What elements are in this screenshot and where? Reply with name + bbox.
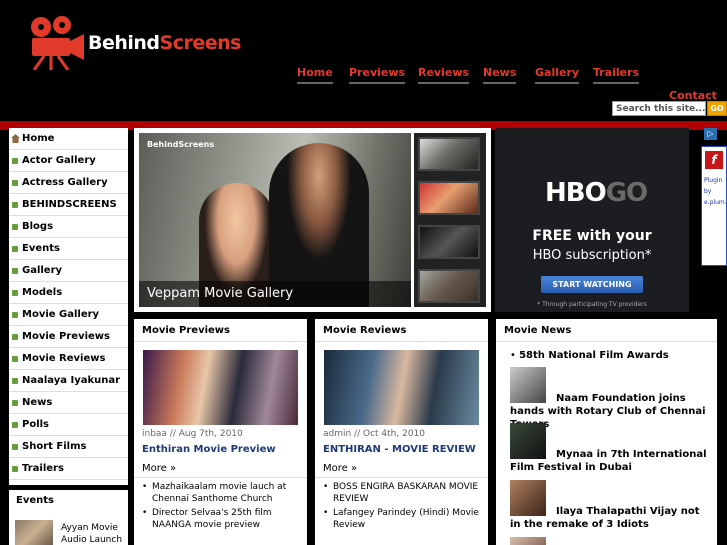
featured-slider: BehindScreens Veppam Movie Gallery (134, 128, 491, 312)
preview-more-link[interactable]: More » (142, 463, 176, 474)
bullet-icon (12, 246, 18, 252)
review-more-link[interactable]: More » (323, 463, 357, 474)
film-camera-icon (31, 16, 84, 70)
bullet-icon (12, 422, 18, 428)
preview-image[interactable] (143, 350, 298, 425)
nav-news[interactable]: News (483, 66, 517, 84)
bullet-icon (12, 224, 18, 230)
featured-logo: BehindScreens (147, 140, 215, 149)
review-link-2[interactable]: • Lafangey Parindey (Hindi) Movie Review (323, 507, 483, 531)
site-logo[interactable]: BehindScreens (24, 14, 254, 72)
review-image[interactable] (324, 350, 479, 425)
flash-icon: f (705, 151, 723, 169)
sidebar-item-movie-reviews[interactable]: Movie Reviews (9, 348, 128, 370)
divider (134, 477, 307, 478)
featured-image[interactable]: BehindScreens Veppam Movie Gallery (139, 133, 411, 307)
search-input[interactable] (612, 101, 706, 116)
sidebar-item-news[interactable]: News (9, 392, 128, 414)
featured-caption[interactable]: Veppam Movie Gallery (139, 281, 411, 307)
nav-gallery[interactable]: Gallery (535, 66, 580, 84)
nav-reviews[interactable]: Reviews (418, 66, 470, 84)
thumbnail-3[interactable] (418, 225, 480, 259)
nav-previews[interactable]: Previews (349, 66, 406, 84)
events-title: Events (16, 495, 54, 506)
divider (315, 341, 488, 342)
sidebar-item-events[interactable]: Events (9, 238, 128, 260)
bullet-icon (12, 334, 18, 340)
review-link-1[interactable]: • BOSS ENGIRA BASKARAN MOVIE REVIEW (323, 481, 483, 505)
plugin-box[interactable]: f Plugin by e.plum. (701, 146, 727, 266)
search-button[interactable]: GO (707, 101, 727, 116)
sidebar-nav: Home Actor Gallery Actress Gallery BEHIN… (9, 128, 128, 485)
events-widget: Events Ayyan Movie Audio Launch (9, 490, 128, 545)
thumbnail-4[interactable] (418, 269, 480, 303)
brand-name: BehindScreens (88, 32, 241, 54)
bullet-icon (12, 290, 18, 296)
bullet-icon (12, 444, 18, 450)
sidebar-item-naalaya-iyakunar[interactable]: Naalaya Iyakunar (9, 370, 128, 392)
news-item-3[interactable]: Mynaa in 7th International Film Festival… (510, 448, 710, 474)
preview-link-2[interactable]: • Director Selvaa's 25th film NAANGA movi… (142, 507, 302, 531)
sidebar-item-actress-gallery[interactable]: Actress Gallery (9, 172, 128, 194)
ad-subheadline: HBO subscription* (532, 248, 652, 263)
previews-title: Movie Previews (142, 325, 230, 336)
hbo-advertisement[interactable]: HBOGO FREE with your HBO subscription* S… (495, 128, 689, 312)
sidebar-item-trailers[interactable]: Trailers (9, 458, 128, 480)
ad-info-icon[interactable]: ▷ (704, 128, 717, 140)
bullet-icon (12, 158, 18, 164)
movie-news-column: Movie News • 58th National Film Awards N… (496, 319, 717, 545)
preview-link-1[interactable]: • Mazhaikaalam movie lauch at Chennai San… (142, 481, 302, 505)
bullet-icon (12, 312, 18, 318)
bullet-icon (12, 268, 18, 274)
divider (496, 341, 717, 342)
divider (315, 477, 488, 478)
news-item-4[interactable]: Ilaya Thalapathi Vijay not in the remake… (510, 505, 710, 531)
divider (134, 341, 307, 342)
movie-previews-column: Movie Previews inbaa // Aug 7th, 2010 En… (134, 319, 307, 545)
bullet-icon (12, 356, 18, 362)
sidebar-item-actor-gallery[interactable]: Actor Gallery (9, 150, 128, 172)
sidebar-item-polls[interactable]: Polls (9, 414, 128, 436)
bullet-icon (12, 180, 18, 186)
sidebar-item-movie-gallery[interactable]: Movie Gallery (9, 304, 128, 326)
preview-meta: inbaa // Aug 7th, 2010 (142, 429, 243, 439)
event-thumbnail[interactable] (15, 520, 53, 545)
reviews-title: Movie Reviews (323, 325, 407, 336)
review-meta: admin // Oct 4th, 2010 (323, 429, 425, 439)
bullet-icon (12, 466, 18, 472)
news-title: Movie News (504, 325, 572, 336)
event-link[interactable]: Ayyan Movie Audio Launch (61, 522, 127, 545)
review-headline[interactable]: ENTHIRAN - MOVIE REVIEW (323, 444, 476, 455)
sidebar-item-behindscreens[interactable]: BEHINDSCREENS (9, 194, 128, 216)
nav-trailers[interactable]: Trailers (593, 66, 640, 84)
sidebar-item-movie-previews[interactable]: Movie Previews (9, 326, 128, 348)
bullet-icon (12, 400, 18, 406)
sidebar-item-blogs[interactable]: Blogs (9, 216, 128, 238)
plugin-text: Plugin by e.plum. (704, 177, 727, 206)
sidebar-item-gallery[interactable]: Gallery (9, 260, 128, 282)
ad-headline: FREE with your (532, 228, 652, 244)
start-watching-button[interactable]: START WATCHING (541, 276, 643, 293)
bullet-icon (12, 378, 18, 384)
site-header: BehindScreens Home Previews Reviews News… (0, 0, 727, 122)
ad-fineprint: * Through participating TV providers (537, 301, 647, 308)
hbo-go-logo: HBOGO (545, 178, 648, 208)
thumbnail-1[interactable] (418, 137, 480, 171)
movie-reviews-column: Movie Reviews admin // Oct 4th, 2010 ENT… (315, 319, 488, 545)
sidebar-item-models[interactable]: Models (9, 282, 128, 304)
thumbnail-2[interactable] (418, 181, 480, 215)
sidebar-item-short-films[interactable]: Short Films (9, 436, 128, 458)
thumbnail-strip (414, 133, 486, 307)
bullet-icon (12, 202, 18, 208)
news-item-1[interactable]: • 58th National Film Awards (510, 349, 710, 362)
preview-headline[interactable]: Enthiran Movie Preview (142, 444, 276, 455)
home-icon (11, 134, 20, 143)
nav-home[interactable]: Home (297, 66, 333, 84)
news-thumbnail-5[interactable] (510, 537, 546, 545)
sidebar-item-home[interactable]: Home (9, 128, 128, 150)
